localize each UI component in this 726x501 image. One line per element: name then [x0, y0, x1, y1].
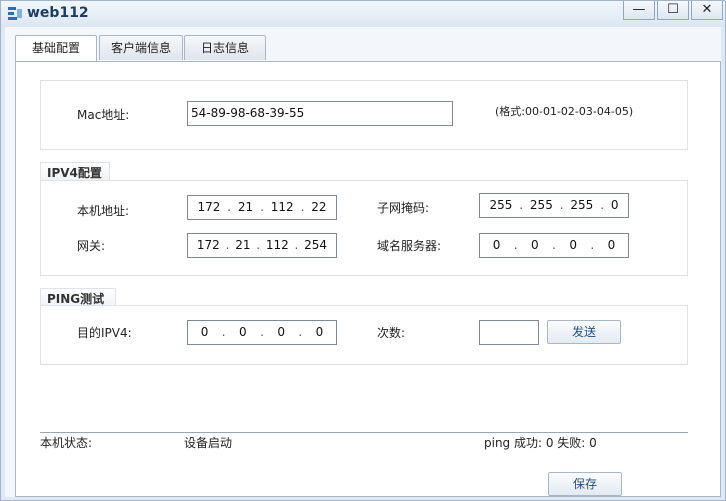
- ip-octet: 21: [235, 238, 251, 252]
- mac-label: Mac地址:: [77, 108, 130, 122]
- ip-octet: 0: [569, 238, 577, 252]
- ping-result: ping 成功: 0 失败: 0: [484, 436, 597, 450]
- ping-count-input[interactable]: [479, 320, 539, 345]
- ip-octet: 172: [197, 200, 221, 214]
- status-divider: [40, 432, 688, 433]
- local-ip-label: 本机地址:: [77, 204, 130, 218]
- mac-format-hint: (格式:00-01-02-03-04-05): [495, 105, 634, 118]
- dns-label: 域名服务器:: [377, 239, 442, 253]
- ipv4-group: 本机地址: 172. 21. 112. 22 子网掩码: 255. 255. 2…: [40, 180, 688, 276]
- app-logo-icon: [8, 7, 22, 20]
- ping-target-label: 目的IPV4:: [77, 326, 132, 340]
- ip-octet: 22: [311, 200, 327, 214]
- ip-octet: 0: [200, 325, 209, 339]
- subnet-mask-label: 子网掩码:: [377, 201, 430, 215]
- title-bar[interactable]: web112 — ☐ ✕: [1, 1, 725, 27]
- status-value: 设备启动: [184, 436, 233, 450]
- ip-octet: 0: [239, 325, 247, 339]
- close-button[interactable]: ✕: [691, 1, 723, 20]
- ip-octet: 112: [270, 200, 294, 214]
- client-area: 基础配置 客户端信息 日志信息 Mac地址: 54-89-98-68-39-55…: [5, 27, 721, 497]
- ping-group: 目的IPV4: 0. 0. 0. 0 次数: 发送: [40, 305, 688, 365]
- ip-octet: 254: [304, 238, 328, 252]
- ping-count-label: 次数:: [377, 326, 406, 340]
- dns-input[interactable]: 0. 0. 0. 0: [479, 233, 629, 258]
- ip-octet: 172: [196, 238, 220, 252]
- maximize-button[interactable]: ☐: [657, 1, 689, 20]
- minimize-button[interactable]: —: [623, 1, 655, 20]
- ip-octet: 0: [610, 198, 619, 212]
- mac-group: Mac地址: 54-89-98-68-39-55 (格式:00-01-02-03…: [40, 80, 688, 150]
- ip-octet: 255: [489, 198, 513, 212]
- tab-client-info[interactable]: 客户端信息: [99, 35, 183, 60]
- ipv4-group-title: IPV4配置: [40, 162, 110, 182]
- app-window: web112 — ☐ ✕ 基础配置 客户端信息 日志信息 Mac地址: 54-8…: [0, 0, 726, 501]
- tab-log-info[interactable]: 日志信息: [184, 35, 266, 60]
- status-label: 本机状态:: [40, 436, 93, 450]
- ip-octet: 0: [531, 238, 539, 252]
- ip-octet: 255: [570, 198, 594, 212]
- ip-octet: 0: [607, 238, 616, 252]
- save-button[interactable]: 保存: [548, 472, 622, 496]
- tab-basic-config[interactable]: 基础配置: [15, 35, 97, 62]
- ip-octet: 0: [315, 325, 324, 339]
- minimize-icon: —: [632, 2, 646, 17]
- ip-octet: 0: [277, 325, 285, 339]
- ip-octet: 21: [237, 200, 254, 214]
- basic-config-panel: Mac地址: 54-89-98-68-39-55 (格式:00-01-02-03…: [15, 61, 721, 497]
- local-ip-input[interactable]: 172. 21. 112. 22: [187, 195, 337, 220]
- close-icon: ✕: [701, 2, 713, 17]
- window-title: web112: [27, 5, 89, 21]
- subnet-mask-input[interactable]: 255. 255. 255. 0: [479, 193, 629, 218]
- ip-octet: 112: [265, 238, 289, 252]
- maximize-icon: ☐: [667, 2, 679, 17]
- send-button[interactable]: 发送: [547, 320, 621, 344]
- ip-octet: 255: [529, 198, 553, 212]
- gateway-label: 网关:: [77, 239, 106, 253]
- ip-octet: 0: [492, 238, 501, 252]
- ping-target-input[interactable]: 0. 0. 0. 0: [187, 320, 337, 345]
- gateway-input[interactable]: 172. 21. 112. 254: [187, 233, 337, 258]
- mac-input[interactable]: 54-89-98-68-39-55: [187, 101, 453, 126]
